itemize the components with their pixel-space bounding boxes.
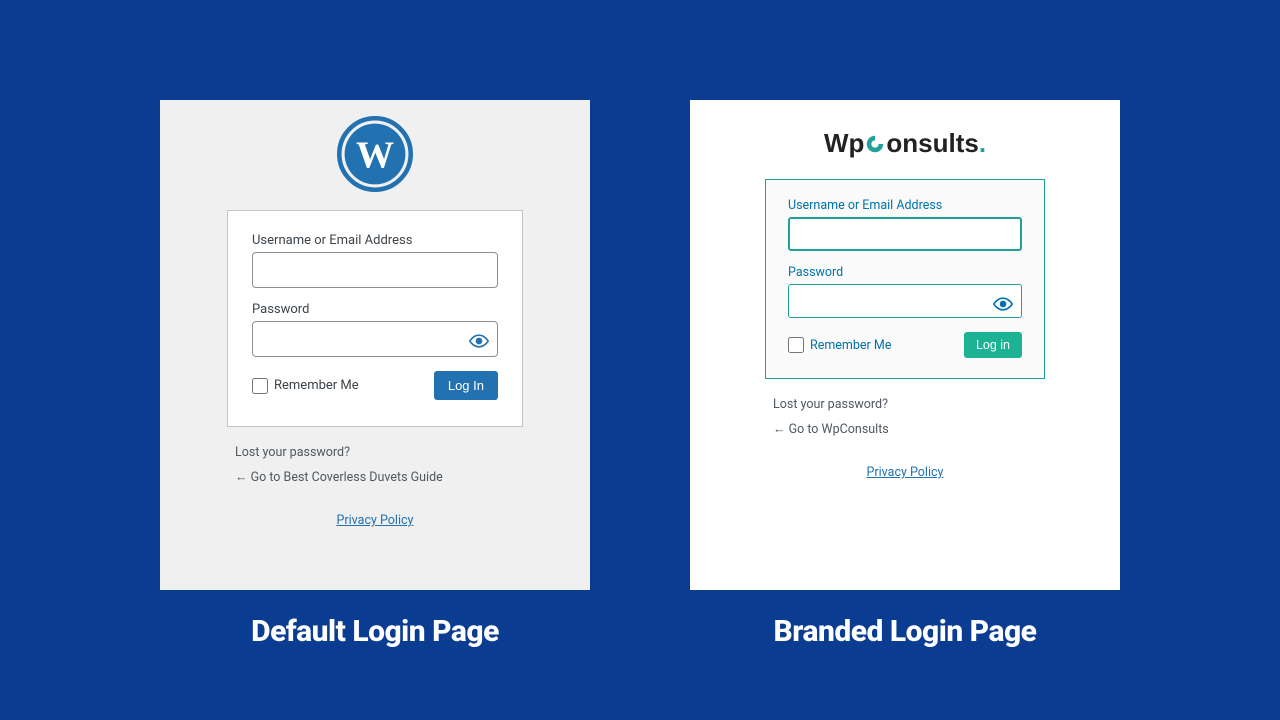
default-login-panel: W Username or Email Address Password — [160, 100, 590, 590]
remember-me-label: Remember Me — [810, 338, 891, 353]
login-button[interactable]: Log In — [434, 371, 498, 400]
logo-c-icon — [864, 131, 886, 153]
wordpress-logo-icon: W — [337, 116, 413, 192]
form-footer: Remember Me Log in — [788, 332, 1022, 358]
goto-site-link[interactable]: ← Go to WpConsults — [773, 422, 1037, 437]
login-button[interactable]: Log in — [964, 332, 1022, 358]
login-form: Username or Email Address Password Remem… — [227, 210, 523, 427]
lost-password-link[interactable]: Lost your password? — [235, 445, 515, 460]
show-password-icon[interactable] — [468, 330, 490, 352]
default-login-column: W Username or Email Address Password — [160, 100, 590, 649]
username-field-wrap: Username or Email Address — [788, 198, 1022, 251]
username-input[interactable] — [252, 252, 498, 288]
branded-login-column: Wp onsults. Username or Email Address Pas… — [690, 100, 1120, 649]
remember-me-wrap[interactable]: Remember Me — [252, 378, 359, 394]
form-footer: Remember Me Log In — [252, 371, 498, 400]
logo-wp-text: Wp — [824, 128, 864, 158]
default-caption: Default Login Page — [251, 614, 499, 649]
password-field-wrap: Password — [788, 265, 1022, 318]
wpconsults-logo: Wp onsults. — [690, 128, 1120, 159]
branded-caption: Branded Login Page — [774, 614, 1037, 649]
show-password-icon[interactable] — [992, 293, 1014, 315]
remember-me-label: Remember Me — [274, 378, 359, 393]
privacy-policy-link[interactable]: Privacy Policy — [235, 513, 515, 528]
privacy-policy-link[interactable]: Privacy Policy — [773, 465, 1037, 480]
username-input[interactable] — [788, 217, 1022, 251]
lost-password-link[interactable]: Lost your password? — [773, 397, 1037, 412]
password-input[interactable] — [788, 284, 1022, 318]
svg-text:W: W — [356, 135, 394, 177]
login-form: Username or Email Address Password Remem… — [765, 179, 1045, 379]
remember-me-checkbox[interactable] — [252, 378, 268, 394]
password-input[interactable] — [252, 321, 498, 357]
below-form-links: Lost your password? ← Go to WpConsults P… — [765, 397, 1045, 480]
remember-me-checkbox[interactable] — [788, 337, 804, 353]
branded-login-panel: Wp onsults. Username or Email Address Pas… — [690, 100, 1120, 590]
password-field-wrap: Password — [252, 302, 498, 357]
password-label: Password — [788, 265, 1022, 280]
remember-me-wrap[interactable]: Remember Me — [788, 337, 891, 353]
password-label: Password — [252, 302, 498, 317]
username-field-wrap: Username or Email Address — [252, 233, 498, 288]
logo-dot: . — [979, 128, 986, 158]
username-label: Username or Email Address — [788, 198, 1022, 213]
username-label: Username or Email Address — [252, 233, 498, 248]
below-form-links: Lost your password? ← Go to Best Coverle… — [227, 445, 523, 528]
logo-onsults-text: onsults — [886, 128, 978, 158]
goto-site-link[interactable]: ← Go to Best Coverless Duvets Guide — [235, 470, 515, 485]
